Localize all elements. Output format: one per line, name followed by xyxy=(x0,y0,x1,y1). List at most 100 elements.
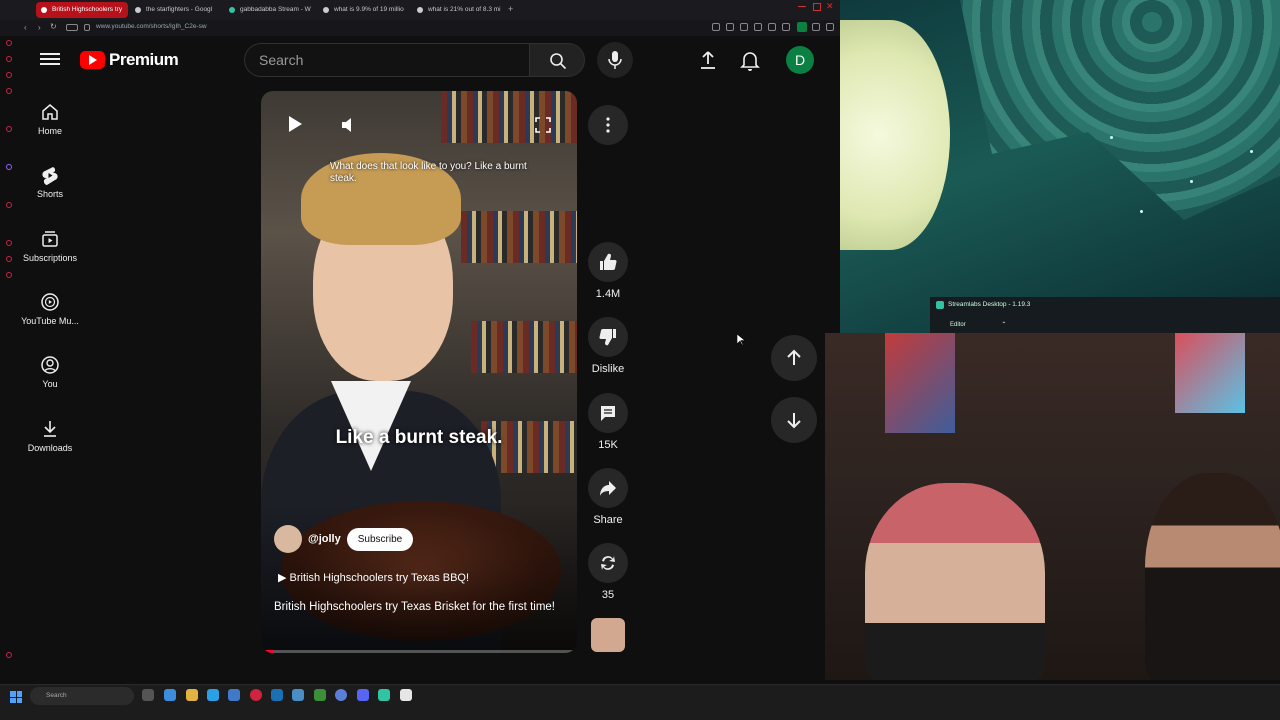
bookmark-icon[interactable] xyxy=(740,23,748,31)
store-icon[interactable] xyxy=(228,689,240,701)
twitch-icon[interactable] xyxy=(6,164,12,170)
sidebar-item-subscriptions[interactable]: Subscriptions xyxy=(18,229,82,263)
sidebar-app-icon[interactable] xyxy=(6,126,12,132)
search-input[interactable]: Search xyxy=(244,43,530,77)
shorts-video-player[interactable]: What does that look like to you? Like a … xyxy=(261,91,577,653)
account-avatar[interactable]: D xyxy=(786,46,814,74)
forward-icon[interactable]: › xyxy=(38,23,41,32)
play-icon[interactable] xyxy=(287,115,303,133)
new-tab-button[interactable]: + xyxy=(508,4,513,14)
previous-short-button[interactable] xyxy=(771,335,817,381)
tab-label: British Highschoolers try xyxy=(52,6,123,13)
maximize-icon[interactable] xyxy=(813,3,821,11)
volume-icon[interactable] xyxy=(341,117,357,133)
app-icon[interactable] xyxy=(400,689,412,701)
sidebar-item-label: Shorts xyxy=(36,189,63,199)
url-field[interactable]: www.youtube.com/shorts/IgIh_C2e-sw xyxy=(96,23,207,30)
sidebar-app-icon[interactable] xyxy=(6,88,12,94)
shield-icon[interactable] xyxy=(754,23,762,31)
minimize-icon[interactable] xyxy=(798,6,806,7)
app-icon[interactable] xyxy=(314,689,326,701)
sidebar-item-label: Home xyxy=(37,126,62,136)
task-view-icon[interactable] xyxy=(142,689,154,701)
share-button[interactable]: Share xyxy=(587,468,629,526)
google-favicon-icon xyxy=(135,7,141,13)
profile-icon[interactable] xyxy=(797,22,807,32)
tab-starfighters[interactable]: the starfighters - Googl xyxy=(130,2,222,18)
sidebar-item-youtube-music[interactable]: YouTube Mu... xyxy=(18,292,82,326)
player-icon[interactable] xyxy=(768,23,776,31)
subscribe-button[interactable]: Subscribe xyxy=(346,527,414,551)
taskbar-search-input[interactable]: Search xyxy=(30,687,134,705)
channel-avatar[interactable] xyxy=(274,525,302,553)
sidebar-app-icon[interactable] xyxy=(6,256,12,262)
next-short-button[interactable] xyxy=(771,397,817,443)
sidebar-app-icon[interactable] xyxy=(6,202,12,208)
sidebar-item-shorts[interactable]: Shorts xyxy=(18,165,82,199)
search-button[interactable] xyxy=(529,43,585,77)
vpn-icon[interactable] xyxy=(66,24,78,31)
video-progress-bar[interactable] xyxy=(261,650,577,653)
streamlabs-taskbar-icon[interactable] xyxy=(378,689,390,701)
tab-gabbadabba-stream[interactable]: gabbadabba Stream - W xyxy=(224,2,316,18)
sidebar-item-downloads[interactable]: Downloads xyxy=(18,419,82,453)
close-icon[interactable]: ✕ xyxy=(826,1,834,12)
star xyxy=(1140,210,1143,213)
sidebar-app-icon[interactable] xyxy=(6,40,12,46)
chrome-icon[interactable] xyxy=(164,689,176,701)
sidebar-app-icon[interactable] xyxy=(6,72,12,78)
video-caption-main: Like a burnt steak. xyxy=(335,427,503,448)
discord-icon[interactable] xyxy=(357,689,369,701)
comments-button[interactable]: 15K xyxy=(587,393,629,451)
sidebar-item-home[interactable]: Home xyxy=(18,102,82,136)
hamburger-menu-icon[interactable] xyxy=(40,50,60,70)
sound-link[interactable]: ▶ British Highschoolers try Texas BBQ! xyxy=(278,571,469,584)
like-button[interactable]: 1.4M xyxy=(587,242,629,300)
sound-thumbnail[interactable] xyxy=(591,618,625,652)
star xyxy=(1110,136,1113,139)
opera-icon[interactable] xyxy=(250,689,262,701)
voice-search-button[interactable] xyxy=(597,42,633,78)
app-icon[interactable] xyxy=(335,689,347,701)
steam-icon[interactable] xyxy=(271,689,283,701)
app-icon[interactable] xyxy=(292,689,304,701)
edge-icon[interactable] xyxy=(207,689,219,701)
snapshot-icon[interactable] xyxy=(726,23,734,31)
zoom-icon[interactable] xyxy=(712,23,720,31)
tab-what-is-21[interactable]: what is 21% out of 8.3 mi xyxy=(412,2,504,18)
more-vert-icon xyxy=(606,117,610,133)
address-bar: ‹ › ↻ www.youtube.com/shorts/IgIh_C2e-sw xyxy=(0,20,840,36)
bookshelf xyxy=(471,321,577,373)
sidebar-app-icon[interactable] xyxy=(6,56,12,62)
download-icon[interactable] xyxy=(812,23,820,31)
streamlabs-editor-tab[interactable]: Editor ⌃ xyxy=(950,321,1006,328)
heart-icon[interactable] xyxy=(782,23,790,31)
tab-label: what is 21% out of 8.3 mi xyxy=(428,6,501,13)
stream-favicon-icon xyxy=(229,7,235,13)
channel-name[interactable]: @jolly xyxy=(308,533,341,545)
lock-icon xyxy=(84,24,90,31)
settings-icon[interactable] xyxy=(6,272,12,278)
more-icon[interactable] xyxy=(6,652,12,658)
logo-text: Premium xyxy=(109,50,179,69)
sidebar-app-icon[interactable] xyxy=(6,240,12,246)
remix-button[interactable]: 35 xyxy=(587,543,629,601)
reload-icon[interactable]: ↻ xyxy=(50,22,57,31)
youtube-premium-logo[interactable]: Premium xyxy=(80,50,179,70)
streamlabs-window-titlebar[interactable]: Streamlabs Desktop - 1.19.3 Editor ⌃ xyxy=(930,297,1280,333)
more-options-button[interactable] xyxy=(588,105,628,145)
windows-start-icon[interactable] xyxy=(10,691,22,703)
fullscreen-icon[interactable] xyxy=(535,117,551,133)
sidebar-item-label: YouTube Mu... xyxy=(21,316,79,326)
back-icon[interactable]: ‹ xyxy=(24,23,27,32)
sidebar-item-you[interactable]: You xyxy=(18,355,82,389)
comment-count: 15K xyxy=(598,439,618,451)
tab-what-is-9-9[interactable]: what is 9.9% of 19 millio xyxy=(318,2,410,18)
browser-menu-icon[interactable] xyxy=(826,23,834,31)
tab-british-highschoolers[interactable]: British Highschoolers try xyxy=(36,2,128,18)
create-upload-button[interactable] xyxy=(696,48,720,72)
dislike-button[interactable]: Dislike xyxy=(587,317,629,375)
file-explorer-icon[interactable] xyxy=(186,689,198,701)
chevron-up-icon: ⌃ xyxy=(1001,322,1007,328)
notifications-button[interactable] xyxy=(738,48,762,72)
